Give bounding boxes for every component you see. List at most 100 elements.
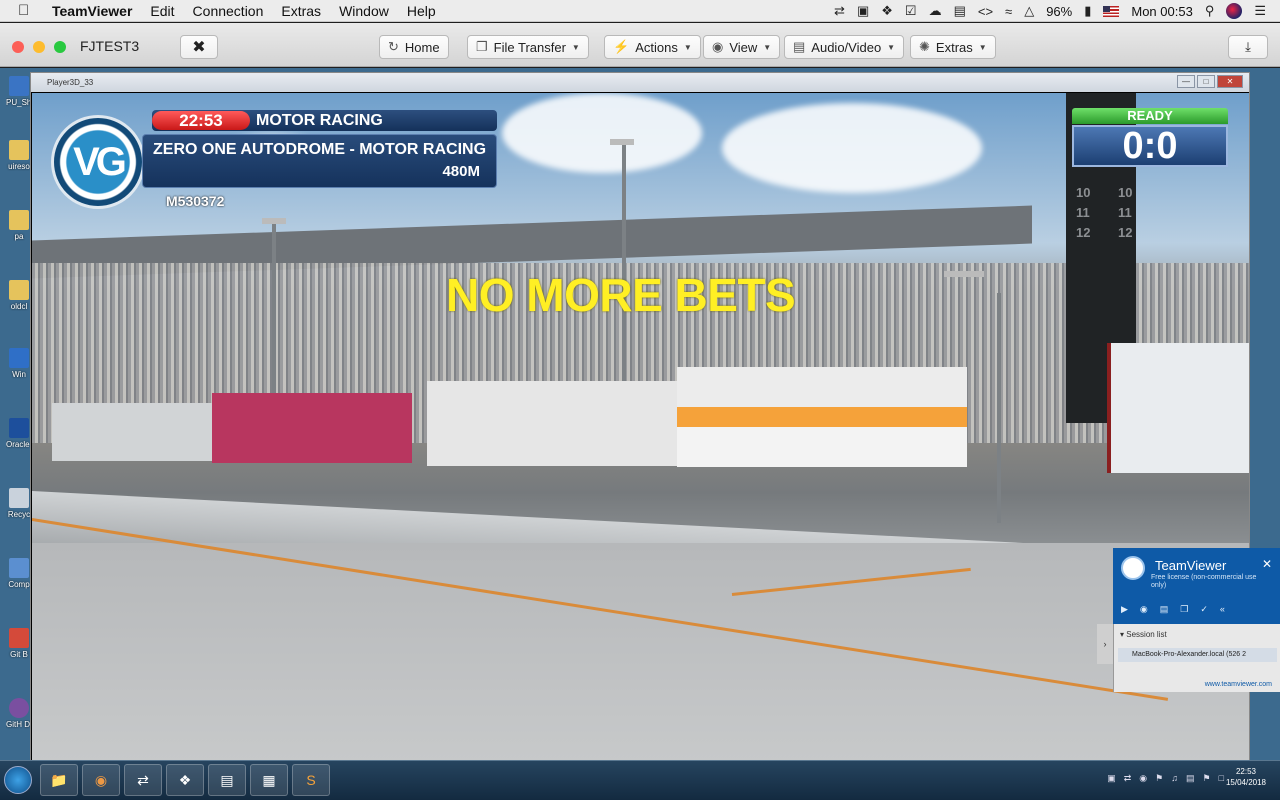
tray-flag-icon[interactable]: ⚑ bbox=[1202, 773, 1210, 784]
race-header-bar: 22:53 MOTOR RACING bbox=[152, 110, 497, 131]
sublime-taskbar-icon[interactable]: S bbox=[292, 764, 330, 796]
teamviewer-brand: TeamViewer bbox=[1155, 558, 1227, 573]
license-text: Free license (non-commercial use only) bbox=[1151, 574, 1257, 589]
board-number: 11 bbox=[1118, 205, 1132, 220]
notification-center-icon[interactable]: ☰ bbox=[1254, 3, 1266, 19]
app-taskbar-icon[interactable]: ▤ bbox=[208, 764, 246, 796]
video-icon[interactable]: ▶ bbox=[1121, 604, 1128, 615]
game-window-titlebar[interactable]: Player3D_33 — □ ✕ bbox=[31, 73, 1249, 92]
minimize-button[interactable]: — bbox=[1177, 75, 1195, 88]
no-more-bets-banner: NO MORE BETS bbox=[446, 269, 796, 321]
home-label: Home bbox=[404, 39, 440, 55]
extras-button[interactable]: ✺ Extras ▼ bbox=[910, 35, 996, 59]
vg-logo: VG bbox=[51, 115, 145, 209]
taskbar-clock[interactable]: 22:53 15/04/2018 bbox=[1226, 766, 1266, 788]
desktop-icon[interactable]: GitH Desk bbox=[6, 698, 32, 729]
race-category: MOTOR RACING bbox=[256, 112, 383, 129]
chat-icon[interactable]: ▤ bbox=[1160, 604, 1169, 615]
menu-extras[interactable]: Extras bbox=[281, 3, 321, 19]
desktop-icon[interactable]: PU_Sh Short bbox=[6, 76, 32, 107]
desktop-icon[interactable]: Recyc bbox=[6, 488, 32, 519]
headset-icon[interactable]: ◉ bbox=[1140, 604, 1148, 615]
siri-icon[interactable] bbox=[1226, 3, 1243, 19]
desktop-icon[interactable]: Git B bbox=[6, 628, 32, 659]
window-close-button[interactable] bbox=[12, 41, 24, 53]
event-info-box: ZERO ONE AUTODROME - MOTOR RACING 480M bbox=[142, 134, 497, 188]
session-list-toggle[interactable]: › bbox=[1097, 624, 1113, 664]
menu-help[interactable]: Help bbox=[407, 3, 436, 19]
desktop-icon[interactable]: uireso bbox=[6, 140, 32, 171]
battery-percent[interactable]: 96% bbox=[1046, 4, 1072, 19]
cloud-sync-icon[interactable]: ☁ bbox=[929, 3, 942, 19]
light-fixture bbox=[610, 139, 634, 145]
pit-lane bbox=[32, 543, 1249, 762]
teamviewer-status-icon[interactable]: ⇄ bbox=[834, 3, 845, 19]
desktop-icon[interactable]: Oracle Virtu bbox=[6, 418, 32, 449]
explorer-taskbar-icon[interactable]: 📁 bbox=[40, 764, 78, 796]
tray-teamviewer-icon[interactable]: ⇄ bbox=[1124, 773, 1132, 784]
desktop-icon[interactable]: Comp bbox=[6, 558, 32, 589]
tray-volume-icon[interactable]: ♫ bbox=[1171, 773, 1178, 784]
session-list-header[interactable]: ▾ Session list bbox=[1120, 630, 1167, 639]
desktop-icon[interactable]: oldcl bbox=[6, 280, 32, 311]
maximize-button[interactable]: □ bbox=[1197, 75, 1215, 88]
chrome-taskbar-icon[interactable]: ◉ bbox=[82, 764, 120, 796]
audio-video-button[interactable]: ▤ Audio/Video ▼ bbox=[784, 35, 905, 59]
start-button[interactable] bbox=[4, 766, 32, 794]
menu-edit[interactable]: Edit bbox=[150, 3, 174, 19]
home-button[interactable]: ↻ Home bbox=[379, 35, 449, 59]
code-brackets-icon[interactable]: <> bbox=[978, 4, 993, 19]
whiteboard-icon[interactable]: ✓ bbox=[1200, 604, 1208, 615]
desktop-icon-label: Recyc bbox=[7, 510, 31, 519]
session-list: ▾ Session list MacBook-Pro-Alexander.loc… bbox=[1113, 624, 1280, 692]
menu-app-teamviewer[interactable]: TeamViewer bbox=[52, 3, 132, 19]
wifi-icon[interactable]: ≈ bbox=[1005, 4, 1012, 19]
file-transfer-button[interactable]: ❐ File Transfer ▼ bbox=[467, 35, 589, 59]
tray-app-icon[interactable]: ◉ bbox=[1139, 773, 1147, 784]
audio-video-label: Audio/Video bbox=[811, 39, 882, 55]
teamviewer-link[interactable]: www.teamviewer.com bbox=[1205, 681, 1272, 688]
actions-button[interactable]: ⚡ Actions ▼ bbox=[604, 35, 701, 59]
tray-network-icon[interactable]: ▤ bbox=[1186, 773, 1195, 784]
desktop-icon-label: Git B bbox=[10, 650, 28, 659]
docker-icon[interactable]: ▣ bbox=[857, 3, 869, 19]
desktop-icon-label: Oracle Virtu bbox=[6, 440, 32, 449]
battery-icon[interactable]: ▮ bbox=[1084, 3, 1091, 19]
desktop-icon-label: uireso bbox=[8, 162, 30, 171]
view-button[interactable]: ◉ View ▼ bbox=[703, 35, 781, 59]
end-session-button[interactable]: ✖ bbox=[180, 35, 218, 59]
app-taskbar-icon[interactable]: ▦ bbox=[250, 764, 288, 796]
teamviewer-logo-icon bbox=[1121, 556, 1145, 580]
airplay-icon[interactable]: △ bbox=[1024, 3, 1034, 19]
task-check-icon[interactable]: ☑ bbox=[905, 3, 917, 19]
session-item[interactable]: MacBook-Pro-Alexander.local (526 2 bbox=[1118, 648, 1277, 662]
menubar-clock[interactable]: Mon 00:53 bbox=[1131, 4, 1192, 19]
board-number: 12 bbox=[1118, 225, 1133, 240]
menu-connection[interactable]: Connection bbox=[193, 3, 264, 19]
window-minimize-button[interactable] bbox=[33, 41, 45, 53]
tray-action-center-icon[interactable]: □ bbox=[1219, 773, 1224, 784]
teamviewer-taskbar-icon[interactable]: ⇄ bbox=[124, 764, 162, 796]
game-window[interactable]: Player3D_33 — □ ✕ 10 10 11 11 12 12 VG 2… bbox=[30, 72, 1250, 762]
eye-icon: ◉ bbox=[712, 39, 724, 54]
memory-icon[interactable]: ▤ bbox=[954, 3, 966, 19]
us-flag-input-icon[interactable] bbox=[1103, 5, 1120, 17]
event-id: M530372 bbox=[166, 193, 225, 209]
tray-app-icon[interactable]: ▣ bbox=[1107, 773, 1116, 784]
menu-window[interactable]: Window bbox=[339, 3, 389, 19]
desktop-icon[interactable]: Win bbox=[6, 348, 32, 379]
close-button[interactable]: ✕ bbox=[1217, 75, 1243, 88]
collapse-icon[interactable]: « bbox=[1220, 604, 1225, 615]
mac-menubar:  TeamViewer Edit Connection Extras Wind… bbox=[0, 0, 1280, 22]
light-fixture bbox=[262, 218, 286, 224]
desktop-icon[interactable]: pa bbox=[6, 210, 32, 241]
tray-alert-icon[interactable]: ⚑ bbox=[1155, 773, 1163, 784]
spotlight-search-icon[interactable]: ⚲ bbox=[1205, 3, 1215, 19]
apple-menu-icon[interactable]:  bbox=[18, 2, 40, 19]
window-zoom-button[interactable] bbox=[54, 41, 66, 53]
dropbox-icon[interactable]: ❖ bbox=[881, 3, 893, 19]
close-icon[interactable]: ✕ bbox=[1262, 557, 1272, 571]
collapse-toolbar-button[interactable]: ⤓ bbox=[1228, 35, 1268, 59]
files-icon[interactable]: ❐ bbox=[1180, 604, 1188, 615]
app-taskbar-icon[interactable]: ❖ bbox=[166, 764, 204, 796]
